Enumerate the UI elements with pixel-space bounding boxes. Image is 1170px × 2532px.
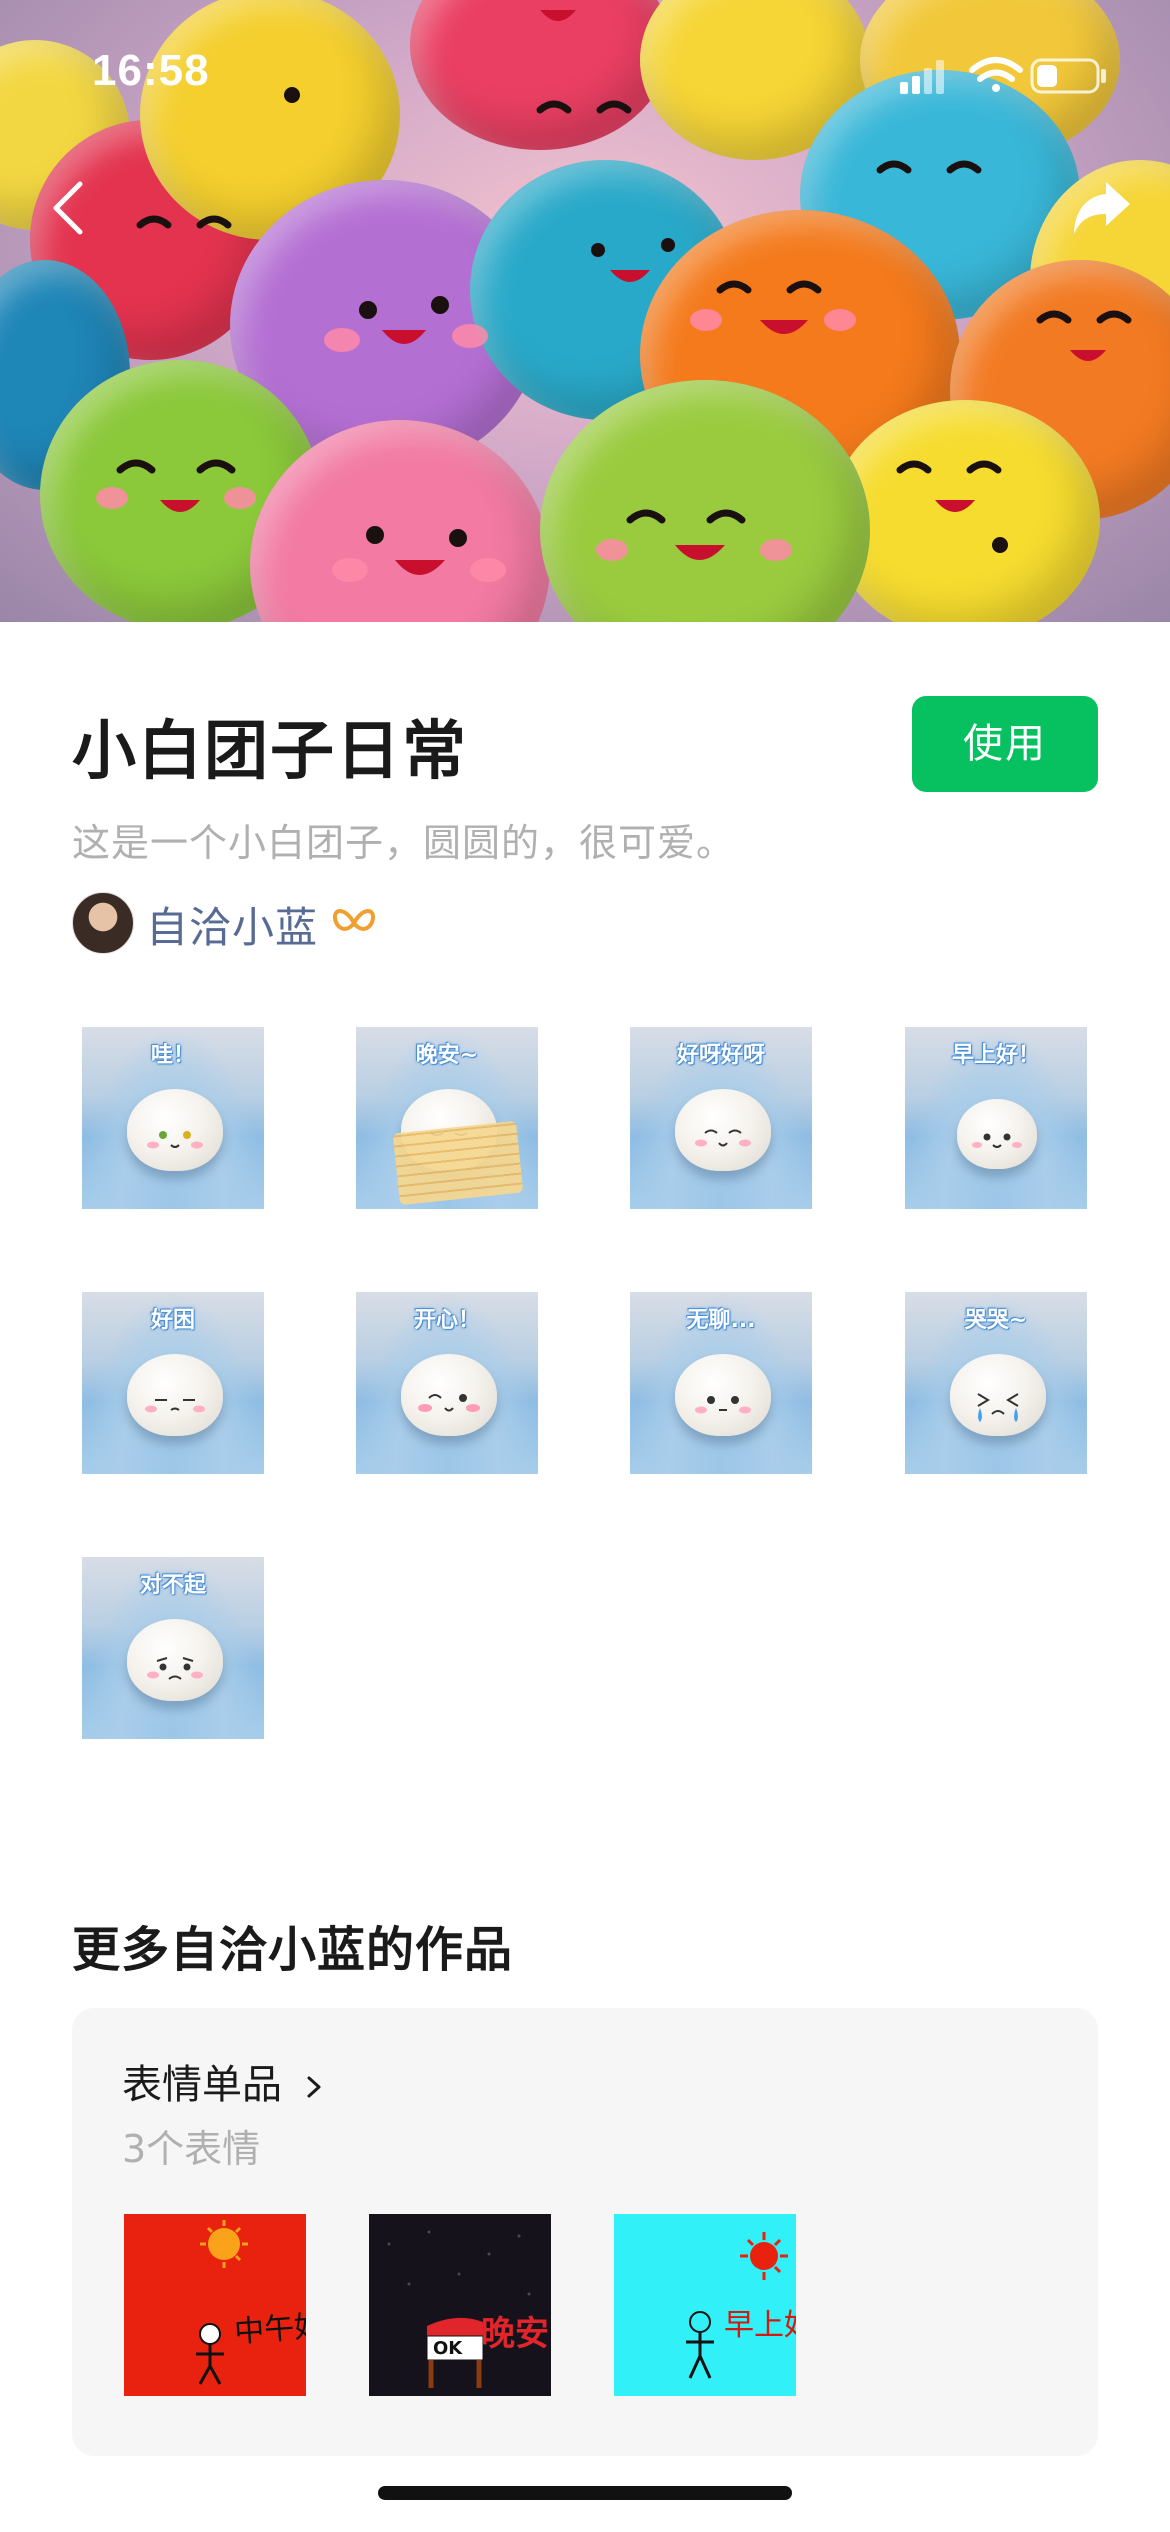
sticker-text: 好呀好呀 [676, 1043, 765, 1068]
sticker-text: 开心！ [413, 1308, 480, 1333]
svg-text:OK: OK [433, 2338, 463, 2359]
sticker-item[interactable]: 晚安~ [356, 1027, 538, 1209]
dumpling-figure [675, 1354, 771, 1436]
sticker-pack-page: 16:58 小白团子日常 使用 这是一个小白团子，圆圆的，很可爱。 自洽小蓝 哇… [0, 0, 1170, 2532]
back-arrow-icon[interactable] [44, 176, 92, 240]
author-name[interactable]: 自洽小蓝 [146, 894, 318, 955]
status-bar: 16:58 [0, 0, 1170, 140]
share-icon[interactable] [1070, 176, 1134, 240]
sticker-art-text: 早上好 [724, 2308, 796, 2343]
author-avatar[interactable] [72, 892, 134, 954]
battery-icon [1030, 58, 1106, 94]
sticker-art-text: 中午好 [233, 2308, 306, 2351]
dumpling-figure [401, 1354, 497, 1436]
sticker-text: 好困 [150, 1308, 195, 1333]
banner-image: 16:58 [0, 0, 1170, 622]
single-sticker-item[interactable]: 中午好 [124, 2214, 306, 2396]
sticker-text: 早上好！ [951, 1043, 1040, 1068]
card-sticker-count: 3个表情 [122, 2127, 261, 2171]
sticker-item[interactable]: 对不起 [82, 1557, 264, 1739]
sticker-art: OK [387, 2230, 531, 2388]
card-title-text: 表情单品 [122, 2062, 282, 2108]
sticker-text: 无聊... [686, 1308, 756, 1333]
pack-description: 这是一个小白团子，圆圆的，很可爱。 [72, 821, 736, 865]
dumpling-figure [957, 1099, 1037, 1169]
sticker-item[interactable]: 无聊... [630, 1292, 812, 1474]
dumpling-figure [127, 1354, 223, 1436]
dumpling-figure [127, 1619, 223, 1701]
dumpling-figure [950, 1354, 1046, 1436]
wifi-icon [969, 57, 1023, 92]
dumpling-figure [675, 1089, 771, 1171]
status-icons [900, 57, 1106, 94]
use-button[interactable]: 使用 [912, 696, 1098, 792]
single-sticker-item[interactable]: 早上好 [614, 2214, 796, 2396]
sticker-item[interactable]: 好困 [82, 1292, 264, 1474]
dumpling-figure [127, 1089, 223, 1171]
author-badge-icon [333, 909, 375, 931]
home-indicator[interactable] [378, 2486, 792, 2500]
sticker-item[interactable]: 哭哭~ [905, 1292, 1087, 1474]
chevron-right-icon [307, 2076, 321, 2098]
pack-title: 小白团子日常 [72, 715, 468, 789]
sticker-item[interactable]: 开心！ [356, 1292, 538, 1474]
card-title[interactable]: 表情单品 [122, 2052, 325, 2110]
sticker-text: 对不起 [139, 1573, 206, 1598]
signal-icon [900, 60, 944, 94]
sticker-item[interactable]: 哇！ [82, 1027, 264, 1209]
more-works-card[interactable]: 表情单品 3个表情 中午好 OK 晚安 早上 [72, 2008, 1098, 2456]
sticker-item[interactable]: 好呀好呀 [630, 1027, 812, 1209]
blanket [392, 1120, 524, 1206]
sticker-art-text: 晚安 [481, 2314, 549, 2354]
single-sticker-item[interactable]: OK 晚安 [369, 2214, 551, 2396]
sticker-text: 哭哭~ [964, 1308, 1028, 1333]
more-section-title: 更多自洽小蓝的作品 [72, 1922, 514, 1978]
sticker-text: 晚安~ [415, 1043, 479, 1068]
sticker-item[interactable]: 早上好！ [905, 1027, 1087, 1209]
sticker-text: 哇！ [150, 1043, 195, 1068]
status-time: 16:58 [92, 46, 210, 95]
